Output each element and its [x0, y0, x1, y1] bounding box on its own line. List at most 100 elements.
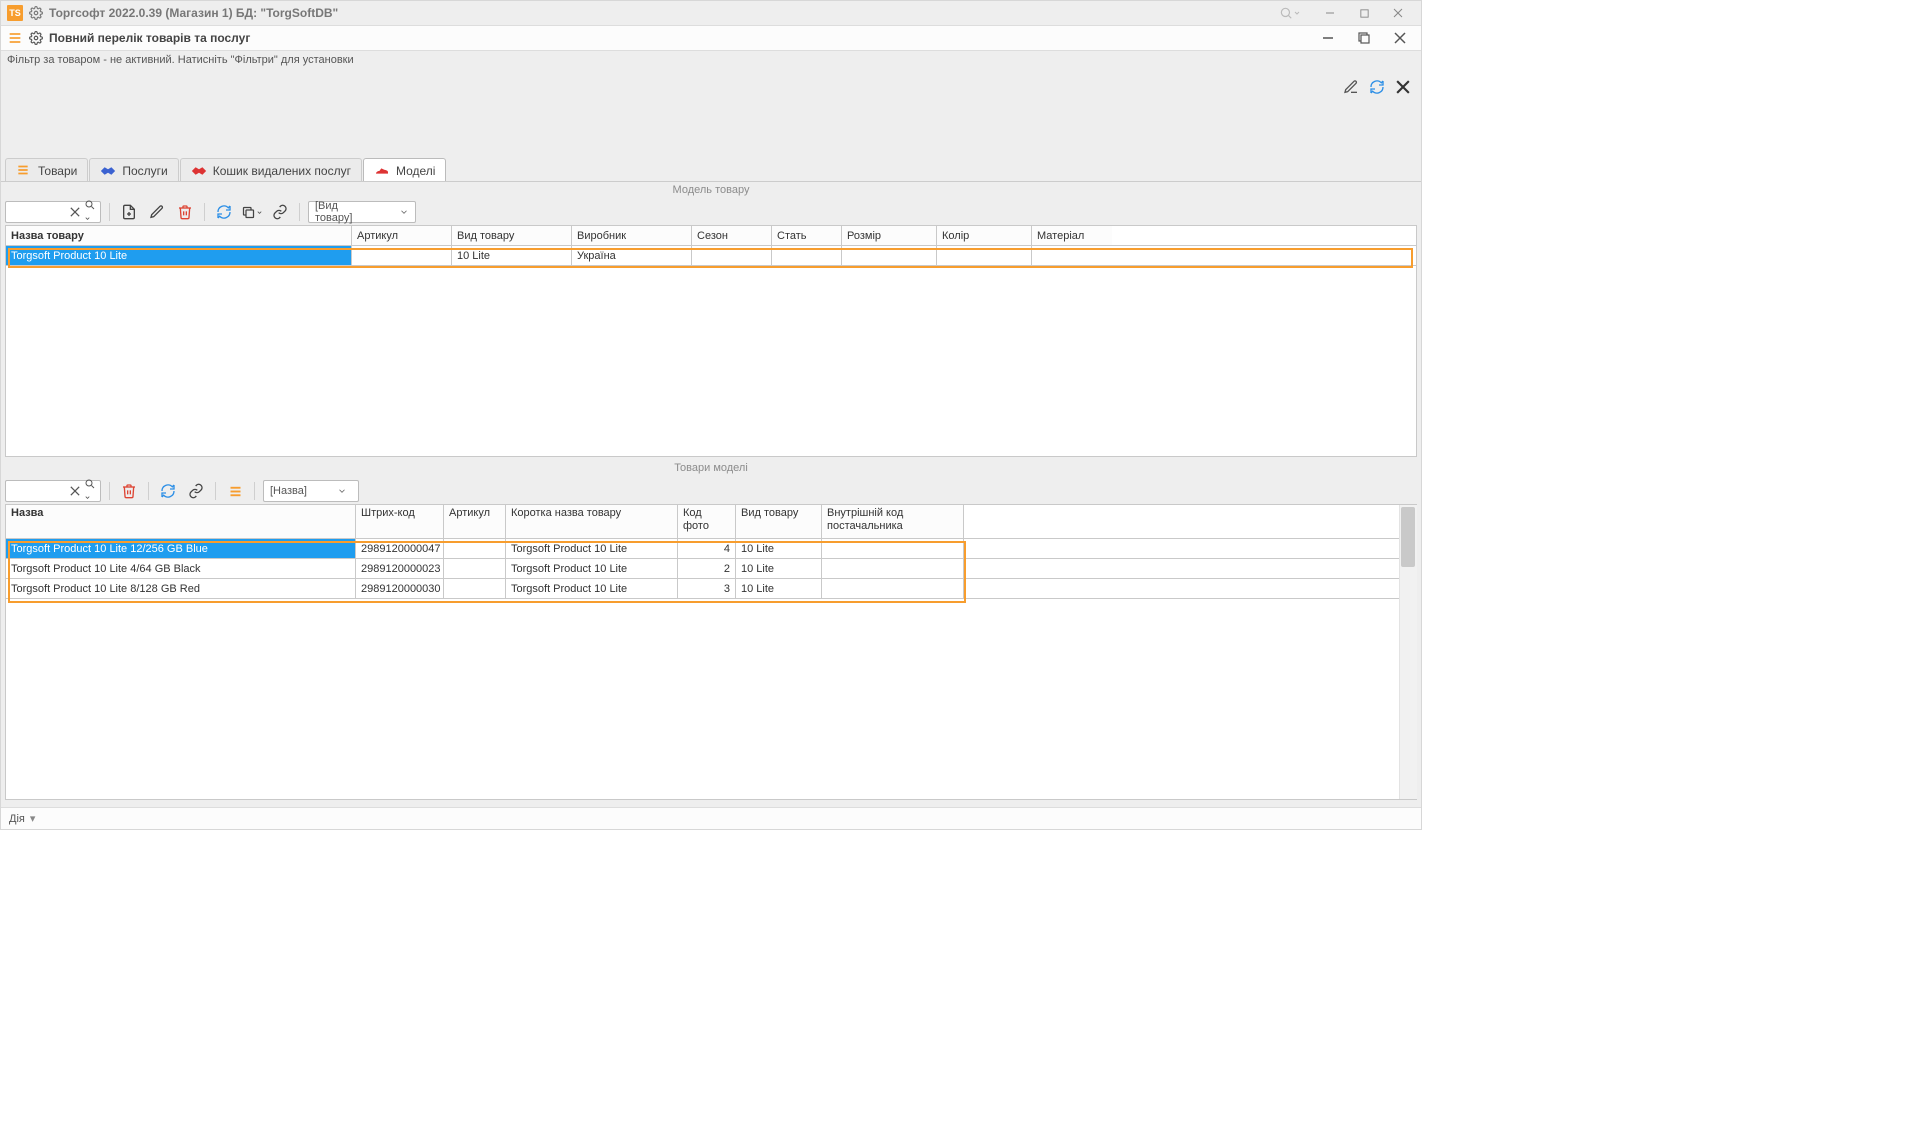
copy-button[interactable]	[241, 201, 263, 223]
action-menu[interactable]: Дія ▾	[9, 812, 35, 825]
minimize-button[interactable]	[1313, 1, 1347, 25]
refresh-button[interactable]	[157, 480, 179, 502]
separator	[204, 203, 205, 221]
app-logo: TS	[7, 5, 23, 21]
col-short[interactable]: Коротка назва товару	[506, 505, 678, 538]
cell-manufacturer: Україна	[572, 246, 692, 265]
subheader: Повний перелік товарів та послуг	[1, 25, 1421, 51]
col-type[interactable]: Вид товару	[736, 505, 822, 538]
cell-name: Torgsoft Product 10 Lite 8/128 GB Red	[6, 579, 356, 598]
tab-services[interactable]: Послуги	[89, 158, 178, 182]
grid-row[interactable]: Torgsoft Product 10 Lite 8/128 GB Red 29…	[6, 579, 1416, 599]
maximize-button[interactable]	[1347, 1, 1381, 25]
panel-close-button[interactable]	[1385, 25, 1415, 51]
select-label: [Вид товару]	[315, 200, 369, 224]
delete-button[interactable]	[174, 201, 196, 223]
cell-photo: 4	[678, 539, 736, 558]
cell-name: Torgsoft Product 10 Lite 4/64 GB Black	[6, 559, 356, 578]
search-icon[interactable]	[1273, 1, 1307, 25]
search-input[interactable]	[5, 480, 101, 502]
link-button[interactable]	[185, 480, 207, 502]
action-label: Дія	[9, 813, 25, 825]
cell-article	[444, 539, 506, 558]
type-select[interactable]: [Вид товару]	[308, 201, 416, 223]
window-controls	[1273, 1, 1415, 25]
footer-bar: Дія ▾	[1, 807, 1421, 829]
cell-short: Torgsoft Product 10 Lite	[506, 559, 678, 578]
toolbar-products: [Назва]	[5, 477, 359, 505]
name-select[interactable]: [Назва]	[263, 480, 359, 502]
col-name[interactable]: Назва товару	[6, 226, 352, 245]
search-field[interactable]	[18, 482, 66, 500]
scrollbar[interactable]	[1399, 505, 1417, 799]
gear-icon[interactable]	[29, 31, 43, 45]
col-gender[interactable]: Стать	[772, 226, 842, 245]
col-manufacturer[interactable]: Виробник	[572, 226, 692, 245]
cell-barcode: 2989120000047	[356, 539, 444, 558]
titlebar: TS Торгсофт 2022.0.39 (Магазин 1) БД: "T…	[1, 1, 1421, 25]
link-button[interactable]	[269, 201, 291, 223]
cell-type: 10 Lite	[736, 579, 822, 598]
cell-supplier	[822, 579, 964, 598]
col-material[interactable]: Матеріал	[1032, 226, 1112, 245]
chevron-down-icon	[337, 486, 347, 496]
refresh-button[interactable]	[213, 201, 235, 223]
col-article[interactable]: Артикул	[444, 505, 506, 538]
list-icon	[7, 30, 23, 46]
search-dropdown-icon[interactable]	[84, 478, 96, 504]
grid-row[interactable]: Torgsoft Product 10 Lite 4/64 GB Black 2…	[6, 559, 1416, 579]
col-supplier[interactable]: Внутрішній код постачальника	[822, 505, 964, 538]
col-type[interactable]: Вид товару	[452, 226, 572, 245]
edit-button[interactable]	[146, 201, 168, 223]
tab-label: Моделі	[396, 164, 436, 178]
cell-type: 10 Lite	[736, 559, 822, 578]
separator	[109, 482, 110, 500]
products-grid[interactable]: Назва Штрих-код Артикул Коротка назва то…	[5, 504, 1417, 800]
tab-models[interactable]: Моделі	[363, 158, 447, 182]
chevron-down-icon: ▾	[27, 813, 36, 825]
separator	[215, 482, 216, 500]
delete-button[interactable]	[118, 480, 140, 502]
col-photo[interactable]: Код фото	[678, 505, 736, 538]
tab-goods[interactable]: Товари	[5, 158, 88, 182]
grid-row[interactable]: Torgsoft Product 10 Lite 10 Lite Україна	[6, 246, 1416, 266]
panel-maximize-button[interactable]	[1349, 25, 1379, 51]
panel-minimize-button[interactable]	[1313, 25, 1343, 51]
search-dropdown-icon[interactable]	[84, 199, 96, 225]
models-grid[interactable]: Назва товару Артикул Вид товару Виробник…	[5, 225, 1417, 457]
scrollbar-thumb[interactable]	[1401, 507, 1415, 567]
tab-bar: Товари Послуги Кошик видалених послуг Мо…	[5, 158, 446, 182]
list-icon	[16, 163, 32, 179]
clear-icon[interactable]	[70, 486, 80, 496]
col-season[interactable]: Сезон	[692, 226, 772, 245]
refresh-icon[interactable]	[1367, 77, 1387, 97]
search-field[interactable]	[18, 203, 66, 221]
edit-icon[interactable]	[1341, 77, 1361, 97]
cell-photo: 2	[678, 559, 736, 578]
add-button[interactable]	[118, 201, 140, 223]
list-button[interactable]	[224, 480, 246, 502]
chevron-down-icon	[399, 207, 409, 217]
cell-type: 10 Lite	[736, 539, 822, 558]
col-article[interactable]: Артикул	[352, 226, 452, 245]
cell-photo: 3	[678, 579, 736, 598]
col-barcode[interactable]: Штрих-код	[356, 505, 444, 538]
tab-trash-services[interactable]: Кошик видалених послуг	[180, 158, 362, 182]
cell-type: 10 Lite	[452, 246, 572, 265]
cell-article	[444, 579, 506, 598]
close-button[interactable]	[1381, 1, 1415, 25]
close-icon[interactable]	[1393, 77, 1413, 97]
search-input[interactable]	[5, 201, 101, 223]
col-name[interactable]: Назва	[6, 505, 356, 538]
col-size[interactable]: Розмір	[842, 226, 937, 245]
gear-icon[interactable]	[29, 6, 43, 20]
clear-icon[interactable]	[70, 207, 80, 217]
separator	[148, 482, 149, 500]
cell-barcode: 2989120000023	[356, 559, 444, 578]
col-color[interactable]: Колір	[937, 226, 1032, 245]
handshake-icon	[100, 163, 116, 179]
grid-row[interactable]: Torgsoft Product 10 Lite 12/256 GB Blue …	[6, 539, 1416, 559]
cell-material	[1032, 246, 1112, 265]
cell-article	[352, 246, 452, 265]
subheader-controls	[1313, 25, 1415, 51]
